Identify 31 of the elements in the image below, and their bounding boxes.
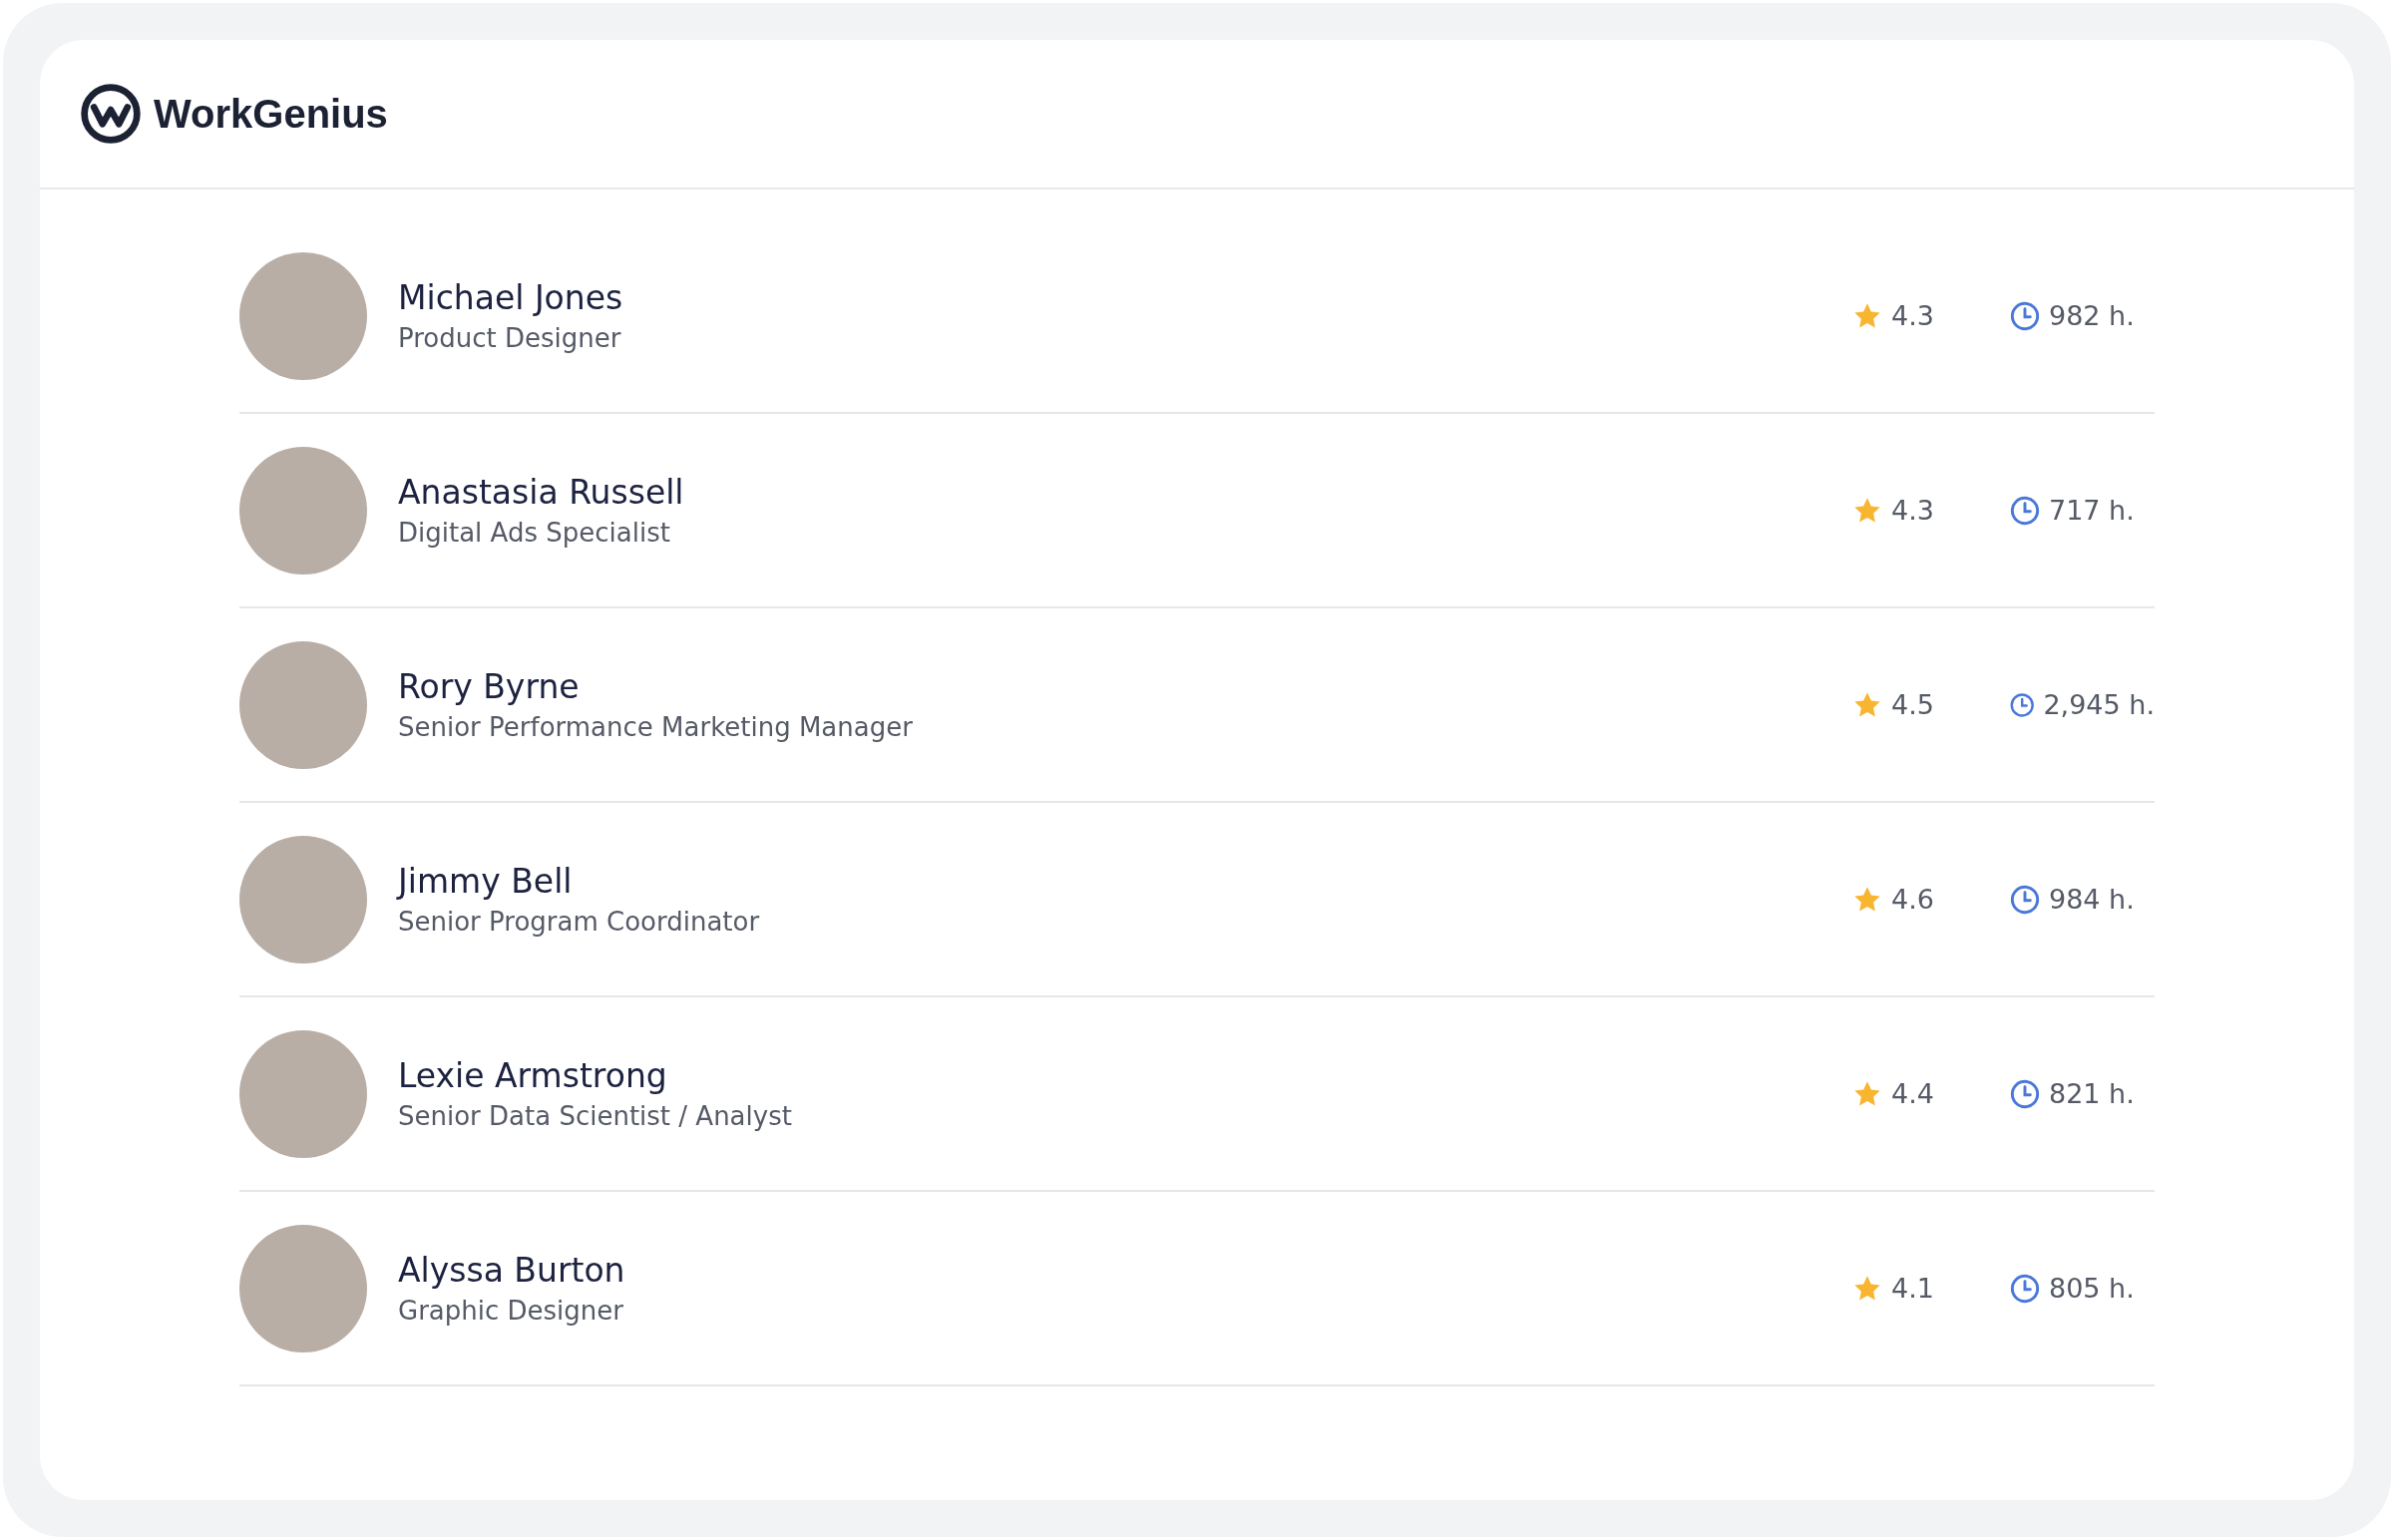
person-role: Digital Ads Specialist (398, 518, 671, 548)
person-row[interactable]: Jimmy Bell Senior Program Coordinator 4.6 984 h. (239, 803, 2155, 997)
person-role: Senior Program Coordinator (398, 907, 761, 937)
person-name: Alyssa Burton (398, 1251, 626, 1290)
person-role: Senior Data Scientist / Analyst (398, 1101, 793, 1131)
rating-value: 4.6 (1891, 884, 1934, 915)
person-row[interactable]: Michael Jones Product Designer 4.3 982 h. (239, 219, 2155, 414)
person-role: Graphic Designer (398, 1296, 624, 1326)
person-role: Senior Performance Marketing Manager (398, 712, 914, 742)
hours-value: 2,945 h. (2043, 689, 2155, 720)
logo-link[interactable]: WorkGenius (80, 83, 388, 145)
person-name: Jimmy Bell (398, 862, 574, 901)
person-row[interactable]: Rory Byrne Senior Performance Marketing Manager 4.5 2,945 h. (239, 608, 2155, 803)
person-name: Lexie Armstrong (398, 1056, 668, 1095)
hours-value: 984 h. (2049, 884, 2135, 915)
rating-value: 4.3 (1891, 495, 1934, 526)
hours-value: 805 h. (2049, 1273, 2135, 1304)
person-row[interactable]: Alyssa Burton Graphic Designer 4.1 805 h. (239, 1192, 2155, 1386)
hours-value: 982 h. (2049, 300, 2135, 331)
person-name: Rory Byrne (398, 667, 581, 706)
rating-value: 4.3 (1891, 300, 1934, 331)
hours-value: 717 h. (2049, 495, 2135, 526)
person-row[interactable]: Anastasia Russell Digital Ads Specialist 4.3 717 h. (239, 414, 2155, 608)
person-name: Michael Jones (398, 278, 624, 317)
rating-value: 4.4 (1891, 1078, 1934, 1109)
person-row[interactable]: Lexie Armstrong Senior Data Scientist / Analyst 4.4 821 h. (239, 997, 2155, 1192)
hours-value: 821 h. (2049, 1078, 2135, 1109)
person-name: Anastasia Russell (398, 473, 685, 512)
person-role: Product Designer (398, 323, 622, 353)
rating-value: 4.1 (1891, 1273, 1934, 1304)
rating-value: 4.5 (1891, 689, 1934, 720)
